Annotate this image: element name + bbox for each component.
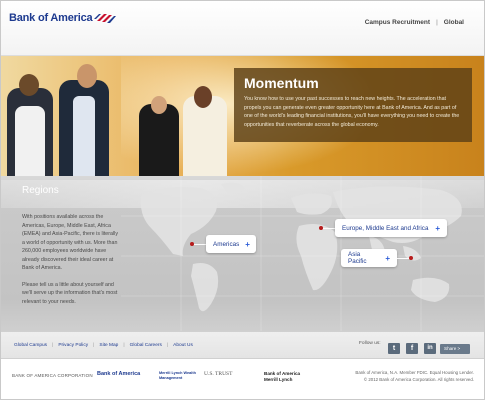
momentum-title: Momentum xyxy=(244,75,319,91)
emea-label: Europe, Middle East and Africa xyxy=(342,224,429,232)
footer-separator: | xyxy=(123,343,125,348)
legal-text: Bank of America, N.A. Member FDIC. Equal… xyxy=(344,369,474,383)
regions-paragraph-1: With positions available across the Amer… xyxy=(22,214,118,271)
world-map xyxy=(121,176,484,331)
legal-line-1: Bank of America, N.A. Member FDIC. Equal… xyxy=(355,370,474,375)
footer-separator: | xyxy=(166,343,169,348)
americas-connector xyxy=(194,244,206,245)
header: Bank of America Campus Recruitment | Glo… xyxy=(1,1,484,56)
footer-link-global-campus[interactable]: Global Campus xyxy=(14,343,47,348)
footer-links-bar: Global Campus | Privacy Policy | Site Ma… xyxy=(1,331,484,359)
americas-label: Americas xyxy=(213,240,240,248)
footer: Global Campus | Privacy Policy | Site Ma… xyxy=(1,331,484,399)
momentum-body: You know how to use your past successes … xyxy=(244,96,460,128)
footer-link-about-us[interactable]: About Us xyxy=(173,343,193,348)
nav-campus-recruitment[interactable]: Campus Recruitment xyxy=(365,19,430,26)
regions-description: With positions available across the Amer… xyxy=(22,213,122,314)
hero-banner: Momentum You know how to use your past s… xyxy=(1,56,484,176)
brand-row: BANK OF AMERICA CORPORATION Bank of Amer… xyxy=(1,367,484,397)
brand-boa-merrill-lynch[interactable]: Bank of America Merrill Lynch xyxy=(264,371,308,383)
footer-separator: | xyxy=(93,343,95,348)
plus-icon: + xyxy=(385,253,390,263)
corporation-label: BANK OF AMERICA CORPORATION xyxy=(12,373,93,378)
bank-of-america-logo[interactable]: Bank of America xyxy=(9,12,117,24)
footer-links: Global Campus | Privacy Policy | Site Ma… xyxy=(14,343,193,348)
nav-global[interactable]: Global xyxy=(444,19,464,26)
asia-pacific-map-marker xyxy=(409,256,413,260)
page: Bank of America Campus Recruitment | Glo… xyxy=(0,0,485,400)
footer-link-privacy-policy[interactable]: Privacy Policy xyxy=(58,343,88,348)
regions-title: Regions xyxy=(22,185,59,196)
brand-merrill-lynch-wealth[interactable]: Merrill Lynch Wealth Management xyxy=(159,371,199,381)
top-nav: Campus Recruitment | Global xyxy=(365,19,464,26)
americas-button[interactable]: Americas + xyxy=(206,235,256,253)
legal-line-2: © 2012 Bank of America Corporation. All … xyxy=(363,377,474,382)
asia-pacific-button[interactable]: Asia Pacific + xyxy=(341,249,397,267)
regions-paragraph-2: Please tell us a little about yourself a… xyxy=(22,281,118,305)
brand-bank-of-america[interactable]: Bank of America xyxy=(97,371,140,377)
twitter-icon[interactable]: t xyxy=(388,343,400,354)
footer-link-site-map[interactable]: Site Map xyxy=(99,343,118,348)
share-button[interactable]: Share > xyxy=(440,344,470,354)
plus-icon: + xyxy=(245,239,250,249)
footer-separator: | xyxy=(52,343,54,348)
plus-icon: + xyxy=(435,223,440,233)
emea-button[interactable]: Europe, Middle East and Africa + xyxy=(335,219,447,237)
footer-link-global-careers[interactable]: Global Careers xyxy=(130,343,162,348)
emea-connector xyxy=(323,228,335,229)
asia-pacific-label: Asia Pacific xyxy=(348,251,367,265)
flag-icon xyxy=(94,14,117,23)
momentum-panel: Momentum You know how to use your past s… xyxy=(234,68,472,142)
logo-text: Bank of America xyxy=(9,12,93,24)
linkedin-icon[interactable]: in xyxy=(424,343,436,354)
nav-separator: | xyxy=(436,19,438,26)
follow-us-label: Follow us: xyxy=(359,341,381,346)
asia-pacific-connector xyxy=(397,258,409,259)
brand-us-trust[interactable]: U.S. TRUST xyxy=(204,371,232,377)
facebook-icon[interactable]: f xyxy=(406,343,418,354)
